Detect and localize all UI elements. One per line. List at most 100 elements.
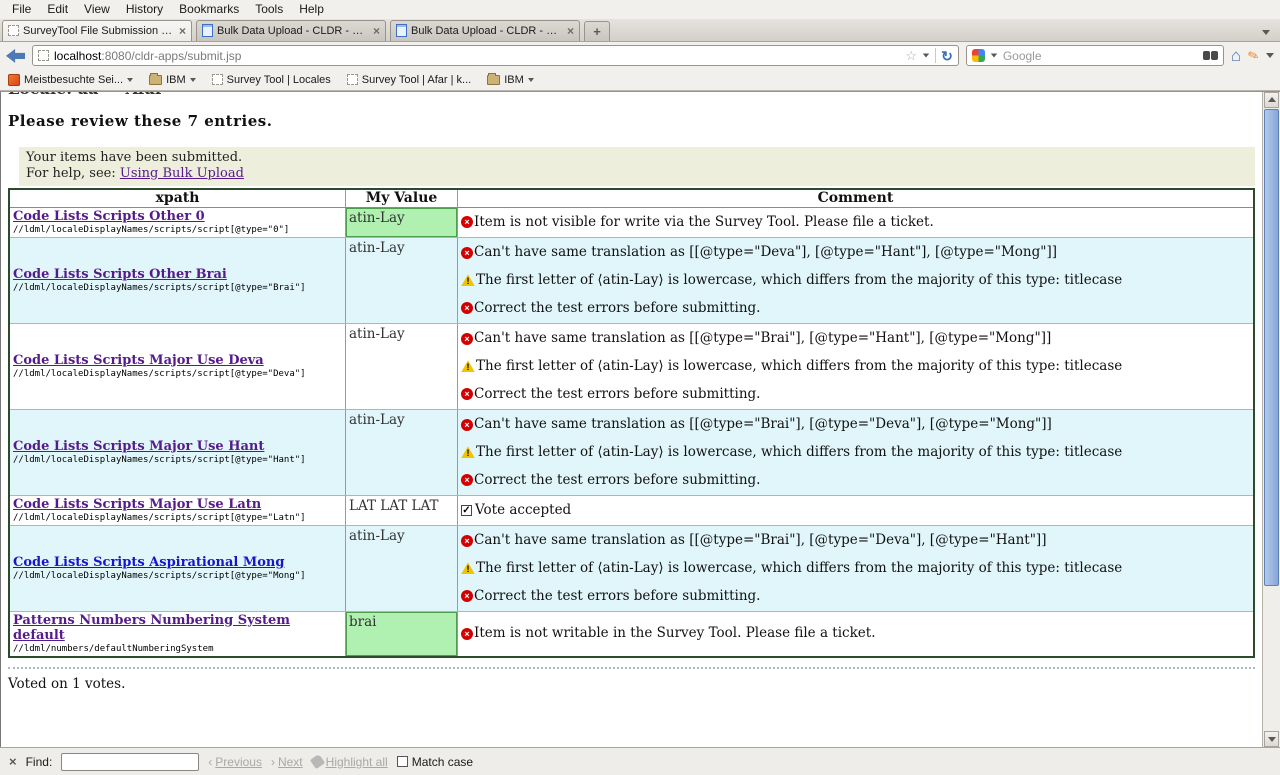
comment: ×Correct the test errors before submitti… (461, 300, 1250, 317)
tab-bar: SurveyTool File Submission | ...×Bulk Da… (0, 19, 1280, 42)
search-placeholder[interactable]: Google (1003, 49, 1198, 63)
warning-icon: ! (461, 274, 475, 286)
page-viewport: Locale: aa — Afar Please review these 7 … (0, 92, 1262, 747)
comment-text: Can't have same translation as [[@type="… (474, 330, 1051, 347)
menu-view[interactable]: View (76, 0, 118, 18)
bookmark-label: IBM (166, 74, 186, 86)
tab-title: SurveyTool File Submission | ... (23, 25, 175, 37)
xpath-cell: Code Lists Scripts Other 0 //ldml/locale… (10, 208, 346, 237)
xpath-link[interactable]: Code Lists Scripts Other Brai (13, 267, 343, 282)
find-previous-button[interactable]: ‹Previous (208, 755, 262, 769)
arrow-down-icon (1268, 737, 1276, 742)
menu-history[interactable]: History (118, 0, 171, 18)
tab-close-icon[interactable]: × (373, 26, 380, 36)
quick-find-icon (1203, 51, 1218, 60)
tab-close-icon[interactable]: × (567, 26, 574, 36)
menu-tools[interactable]: Tools (247, 0, 291, 18)
toolbar-overflow-chevron-icon[interactable] (1266, 53, 1274, 58)
url-dropdown-chevron-icon[interactable] (923, 54, 929, 58)
divider (935, 48, 936, 63)
back-button[interactable] (6, 49, 25, 63)
bookmark-item-3[interactable]: Survey Tool | Locales (212, 74, 331, 86)
table-row: Code Lists Scripts Other Brai //ldml/loc… (10, 238, 1253, 324)
value-cell: atin-Lay (346, 238, 458, 323)
find-close-icon[interactable]: × (9, 754, 17, 769)
scroll-up-button[interactable] (1264, 92, 1279, 108)
match-case-toggle[interactable]: Match case (397, 755, 473, 769)
error-icon: × (461, 388, 473, 400)
scrollbar-thumb[interactable] (1264, 109, 1279, 586)
comment: !The first letter of ⟨atin-Lay⟩ is lower… (461, 358, 1250, 375)
error-icon: × (461, 590, 473, 602)
value-cell: atin-Lay (346, 410, 458, 495)
bookmark-item-2[interactable]: IBM (149, 74, 196, 86)
xpath-code: //ldml/localeDisplayNames/scripts/script… (13, 283, 343, 293)
tab-3[interactable]: Bulk Data Upload - CLDR - Un...× (390, 20, 580, 41)
using-bulk-upload-link[interactable]: Using Bulk Upload (120, 166, 244, 181)
tab-close-icon[interactable]: × (179, 26, 186, 36)
placeholder-icon (347, 74, 358, 85)
warning-icon: ! (461, 562, 475, 574)
page-content: Locale: aa — Afar Please review these 7 … (0, 91, 1280, 747)
comment: ×Correct the test errors before submitti… (461, 588, 1250, 605)
find-next-button[interactable]: ›Next (271, 755, 303, 769)
url-bar[interactable]: localhost:8080/cldr-apps/submit.jsp ☆ ↻ (32, 45, 959, 66)
find-input[interactable] (61, 753, 199, 771)
xpath-code: //ldml/localeDisplayNames/scripts/script… (13, 571, 343, 581)
xpath-link[interactable]: Code Lists Scripts Major Use Hant (13, 439, 343, 454)
table-row: Code Lists Scripts Aspirational Mong //l… (10, 526, 1253, 612)
menu-edit[interactable]: Edit (39, 0, 76, 18)
error-icon: × (461, 474, 473, 486)
highlight-all-button[interactable]: Highlight all (312, 755, 388, 769)
comment-text: Correct the test errors before submittin… (474, 386, 760, 403)
home-icon[interactable]: ⌂ (1231, 47, 1241, 64)
new-tab-button[interactable]: + (584, 21, 610, 41)
xpath-link[interactable]: Code Lists Scripts Aspirational Mong (13, 555, 343, 570)
menu-bookmarks[interactable]: Bookmarks (171, 0, 247, 18)
match-case-checkbox[interactable] (397, 756, 408, 767)
bookmark-item-1[interactable]: Meistbesuchte Sei... (8, 74, 133, 86)
reload-icon[interactable]: ↻ (941, 49, 953, 63)
comment: !The first letter of ⟨atin-Lay⟩ is lower… (461, 444, 1250, 461)
error-icon: × (461, 628, 473, 640)
xpath-link[interactable]: Code Lists Scripts Other 0 (13, 209, 343, 224)
bookmark-star-icon[interactable]: ☆ (905, 49, 917, 62)
vote-accepted-checkbox[interactable]: ✓ (461, 505, 472, 516)
comment-cell: ×Can't have same translation as [[@type=… (458, 238, 1253, 323)
feather-icon[interactable]: ✎ (1246, 47, 1262, 66)
menu-file[interactable]: File (4, 0, 39, 18)
tab-2[interactable]: Bulk Data Upload - CLDR - Un...× (196, 20, 386, 41)
scroll-down-button[interactable] (1264, 731, 1279, 747)
value-cell: atin-Lay (346, 208, 458, 237)
tab-list-chevron-icon[interactable] (1262, 30, 1270, 35)
bookmarks-bar: Meistbesuchte Sei... IBM Survey Tool | Loc… (0, 70, 1280, 91)
tab-1[interactable]: SurveyTool File Submission | ... × (2, 20, 192, 41)
search-engine-chevron-icon[interactable] (991, 54, 997, 58)
folder-icon (487, 75, 500, 85)
comment-text: Correct the test errors before submittin… (474, 300, 760, 317)
value-text: LAT LAT LAT (349, 498, 439, 514)
bookmark-item-4[interactable]: Survey Tool | Afar | k... (347, 74, 471, 86)
xpath-link[interactable]: Code Lists Scripts Major Use Latn (13, 497, 343, 512)
comment-text: Item is not visible for write via the Su… (474, 214, 934, 231)
xpath-link[interactable]: Patterns Numbers Numbering System defaul… (13, 613, 343, 643)
bookmark-label: Meistbesuchte Sei... (24, 74, 123, 86)
chevron-down-icon (528, 78, 534, 82)
xpath-link[interactable]: Code Lists Scripts Major Use Deva (13, 353, 343, 368)
error-icon: × (461, 216, 473, 228)
arrow-up-icon (1268, 97, 1276, 102)
favicon-placeholder-icon (38, 50, 49, 61)
browser-window: FileEditViewHistoryBookmarksToolsHelp Su… (0, 0, 1280, 775)
header-xpath: xpath (10, 190, 346, 207)
bookmark-item-5[interactable]: IBM (487, 74, 534, 86)
xpath-cell: Code Lists Scripts Major Use Deva //ldml… (10, 324, 346, 409)
comment: !The first letter of ⟨atin-Lay⟩ is lower… (461, 560, 1250, 577)
comment-text: The first letter of ⟨atin-Lay⟩ is lowerc… (476, 272, 1122, 289)
vertical-scrollbar[interactable] (1262, 92, 1280, 747)
url-text[interactable]: localhost:8080/cldr-apps/submit.jsp (54, 49, 900, 63)
comment-text: The first letter of ⟨atin-Lay⟩ is lowerc… (476, 358, 1122, 375)
menu-help[interactable]: Help (291, 0, 332, 18)
table-body: Code Lists Scripts Other 0 //ldml/locale… (10, 208, 1253, 656)
table-row: Code Lists Scripts Major Use Latn //ldml… (10, 496, 1253, 526)
search-box[interactable]: Google (966, 45, 1224, 66)
